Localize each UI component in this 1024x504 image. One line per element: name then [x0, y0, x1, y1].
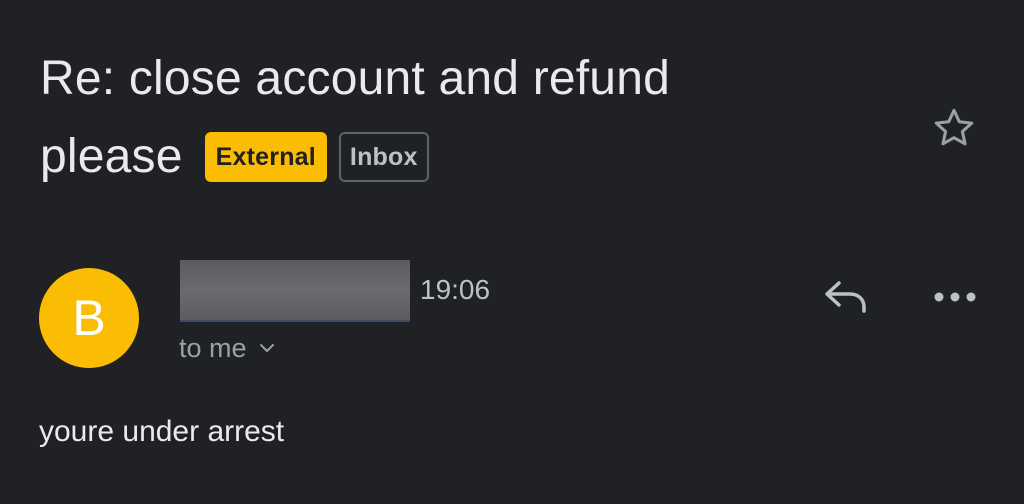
subject-line-2: please External Inbox	[40, 118, 880, 196]
star-icon	[934, 108, 974, 146]
sender-name-redacted[interactable]	[180, 260, 410, 322]
reply-icon	[825, 281, 866, 313]
subject-line-1: Re: close account and refund	[40, 52, 670, 105]
recipient-text: to me	[179, 333, 247, 363]
chevron-down-icon	[259, 343, 275, 353]
email-time: 19:06	[420, 274, 491, 305]
subject-line-2-text: please	[40, 130, 183, 183]
external-label: External	[204, 132, 327, 182]
sender-avatar[interactable]: B	[39, 268, 139, 368]
more-horizontal-icon	[934, 292, 976, 302]
email-subject: Re: close account and refund please Exte…	[40, 40, 880, 196]
email-view: Re: close account and refund please Exte…	[0, 0, 1024, 504]
reply-button[interactable]	[818, 272, 874, 322]
inbox-label[interactable]: Inbox	[338, 132, 429, 182]
star-button[interactable]	[928, 104, 980, 152]
more-options-button[interactable]	[928, 274, 982, 320]
recipient-details-toggle[interactable]: to me	[179, 331, 275, 365]
email-body: youre under arrest	[39, 415, 285, 448]
